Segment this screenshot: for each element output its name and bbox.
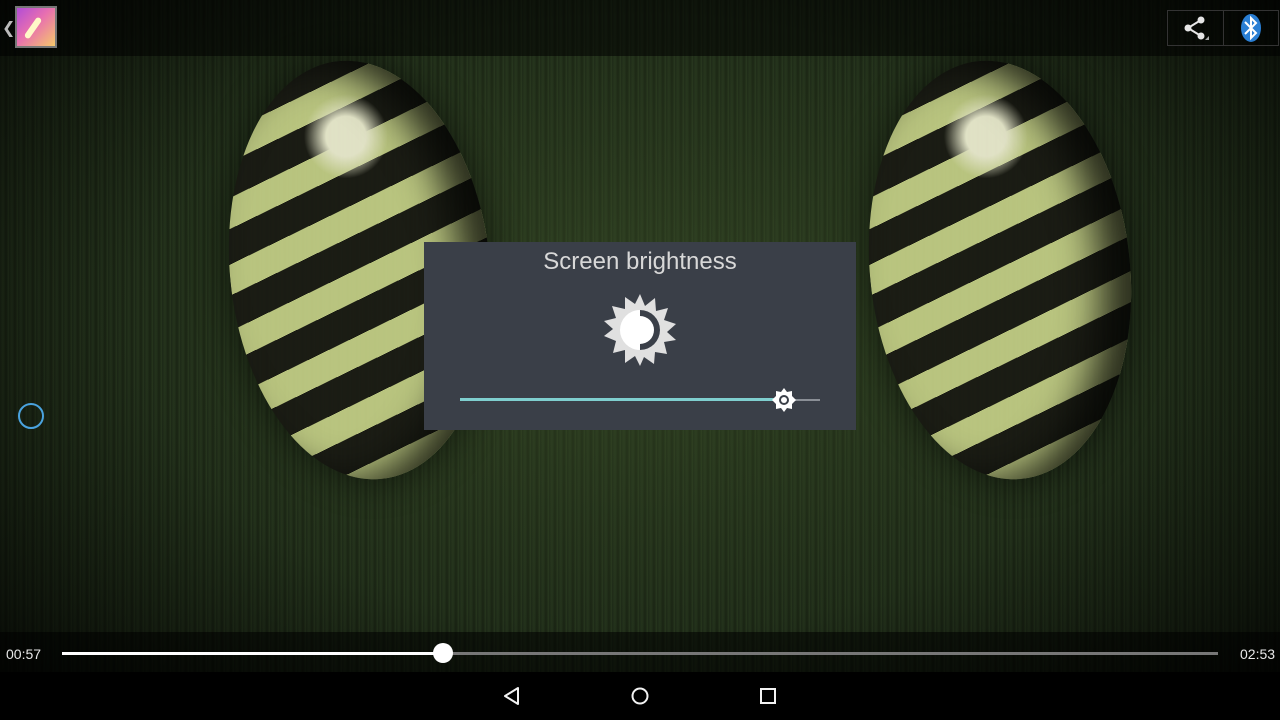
back-triangle-icon bbox=[504, 687, 519, 705]
playback-controls: 00:57 02:53 bbox=[0, 632, 1280, 672]
nav-home-button[interactable] bbox=[624, 680, 656, 712]
touch-indicator bbox=[18, 403, 44, 429]
recents-square-icon bbox=[760, 688, 776, 704]
nav-back-button[interactable] bbox=[496, 680, 528, 712]
brightness-track-fill bbox=[460, 398, 784, 401]
share-icon bbox=[1184, 16, 1210, 40]
total-time: 02:53 bbox=[1240, 646, 1276, 662]
brightness-icon bbox=[604, 294, 676, 366]
bluetooth-icon bbox=[1240, 14, 1261, 42]
brightness-slider[interactable] bbox=[460, 386, 820, 414]
brightness-slider-thumb[interactable] bbox=[772, 388, 796, 412]
system-nav-bar bbox=[0, 672, 1280, 720]
top-action-bar: ❮ bbox=[0, 0, 1280, 56]
seek-thumb[interactable] bbox=[433, 643, 454, 663]
action-buttons bbox=[1167, 10, 1279, 46]
nav-recents-button[interactable] bbox=[752, 680, 784, 712]
seek-bar[interactable] bbox=[62, 642, 1218, 664]
chevron-left-icon[interactable]: ❮ bbox=[2, 18, 15, 37]
home-circle-icon bbox=[631, 687, 649, 705]
video-content-right bbox=[848, 47, 1152, 493]
brightness-dialog: Screen brightness bbox=[424, 242, 856, 430]
seek-track-fill bbox=[62, 652, 444, 655]
gallery-app-icon[interactable] bbox=[15, 6, 57, 48]
share-button[interactable] bbox=[1168, 11, 1223, 45]
dialog-title: Screen brightness bbox=[543, 248, 737, 275]
bluetooth-button[interactable] bbox=[1222, 11, 1279, 45]
current-time: 00:57 bbox=[6, 646, 42, 662]
